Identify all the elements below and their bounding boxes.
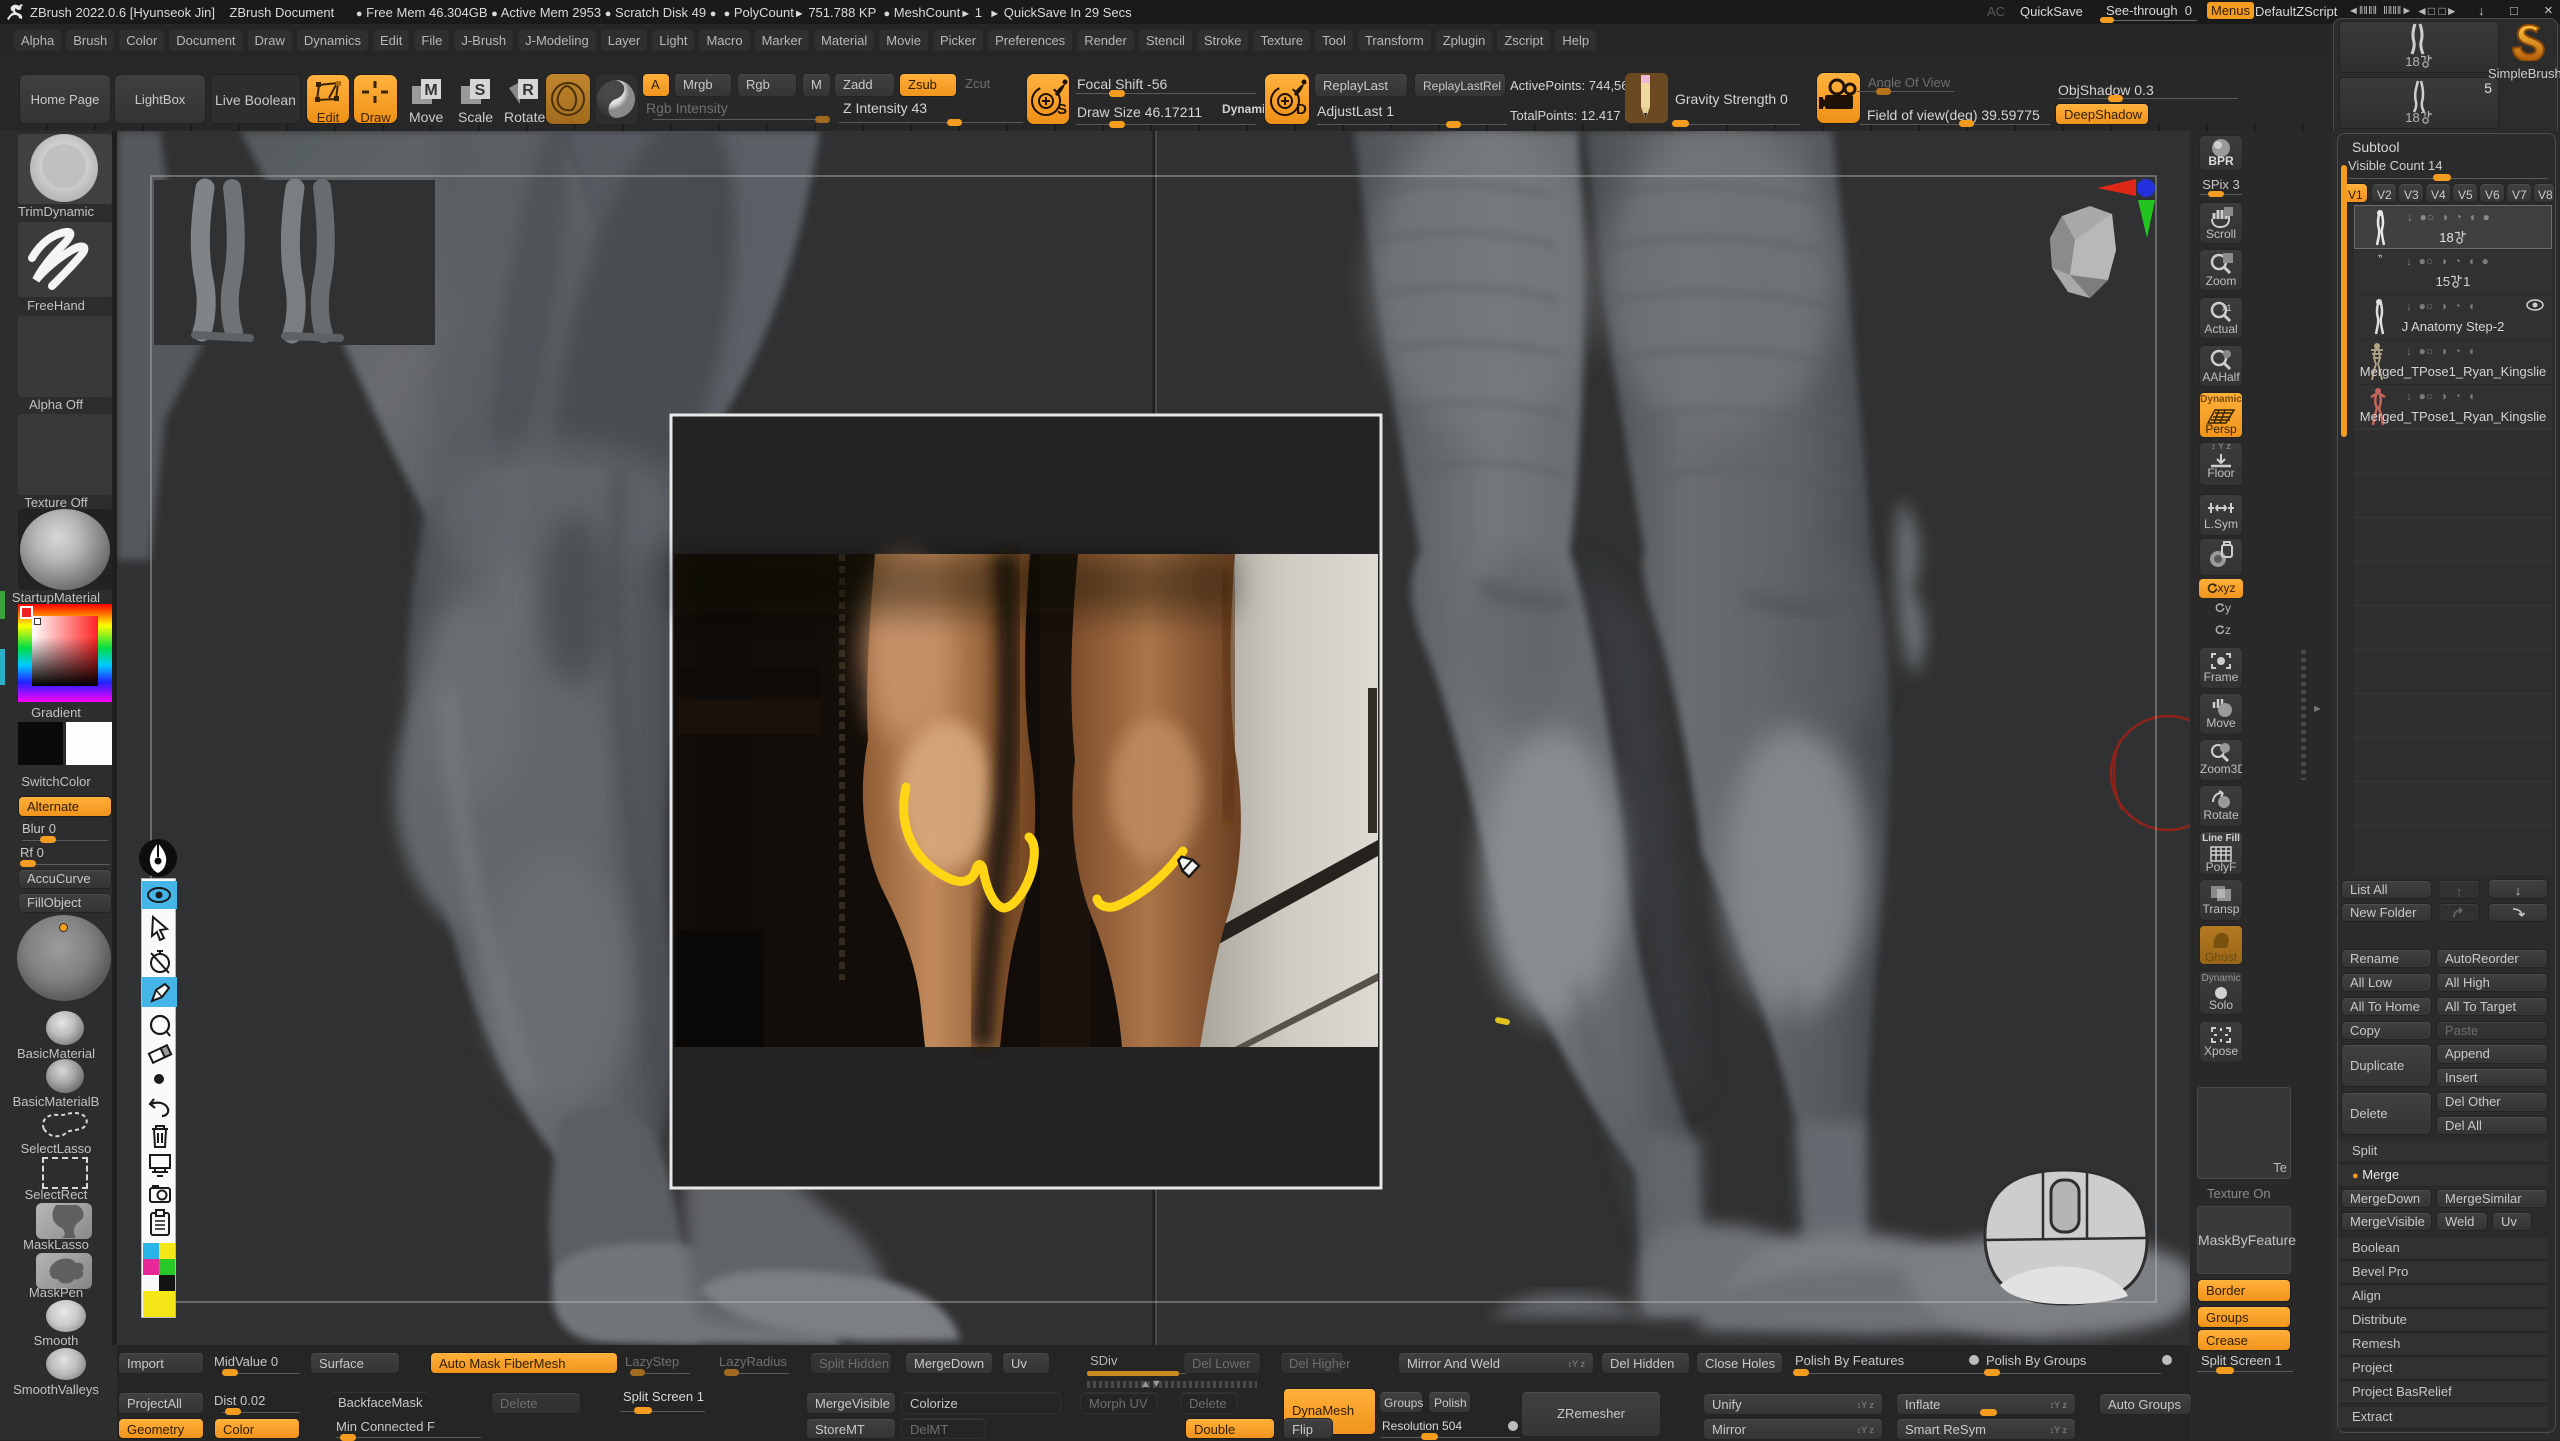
svg-text:R: R — [522, 82, 534, 99]
svg-text:x1: x1 — [2222, 303, 2232, 313]
svg-text:S: S — [475, 82, 486, 99]
svg-text:D: D — [1296, 101, 1307, 118]
svg-text:M: M — [424, 82, 437, 99]
svg-text:S: S — [1057, 101, 1067, 118]
